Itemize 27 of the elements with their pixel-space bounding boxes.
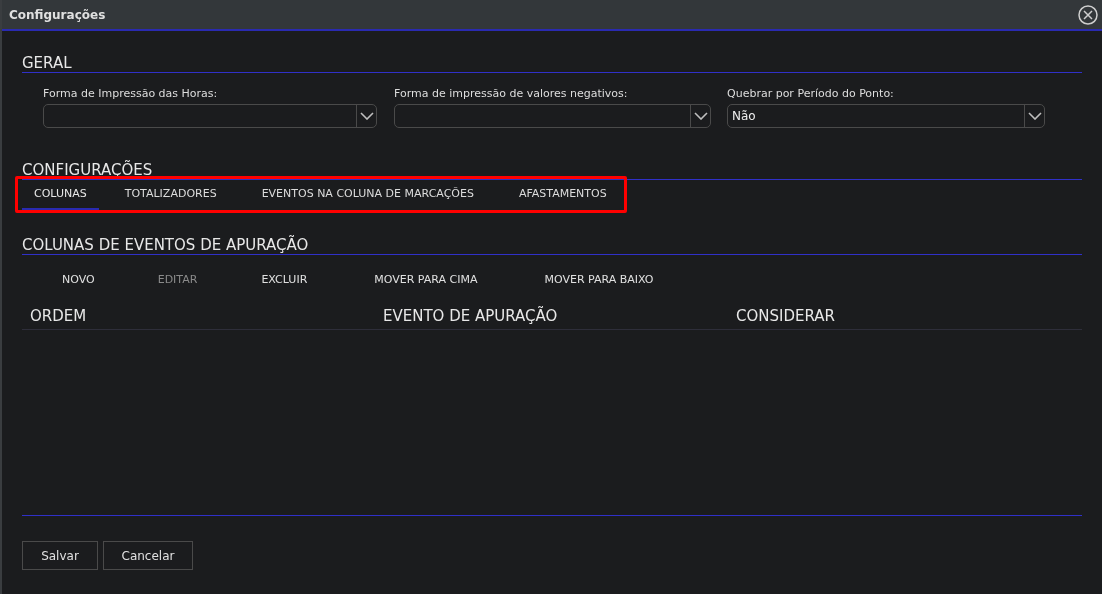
dialog-button[interactable]: Salvar xyxy=(22,541,98,570)
section-heading: COLUNAS DE EVENTOS DE APURAÇÃO xyxy=(22,236,309,254)
section-heading: CONFIGURAÇÕES xyxy=(22,161,153,179)
toolbar-button[interactable]: EXCLUIR xyxy=(261,271,308,289)
dialog-button[interactable]: Cancelar xyxy=(103,541,193,570)
toolbar-button[interactable]: NOVO xyxy=(62,271,95,289)
toolbar-button[interactable]: MOVER PARA CIMA xyxy=(374,271,478,289)
column-header[interactable]: CONSIDERAR xyxy=(736,307,835,325)
chevron-down-icon xyxy=(693,112,708,120)
close-icon[interactable] xyxy=(1078,4,1098,25)
field-label: Forma de impressão de valores negativos: xyxy=(394,87,629,101)
dropdown-field[interactable] xyxy=(43,104,377,128)
tab[interactable]: TOTALIZADORES xyxy=(112,180,229,210)
dropdown-field[interactable] xyxy=(394,104,711,128)
tab[interactable]: AFASTAMENTOS xyxy=(506,180,619,210)
field-label: Quebrar por Período do Ponto: xyxy=(727,87,895,101)
section-heading: GERAL xyxy=(22,54,72,72)
field-label: Forma de Impressão das Horas: xyxy=(43,87,219,101)
window-title: Configurações xyxy=(9,6,106,24)
chevron-down-icon xyxy=(359,112,374,120)
tab[interactable]: EVENTOS NA COLUNA DE MARCAÇÕES xyxy=(249,180,486,210)
toolbar-button[interactable]: MOVER PARA BAIXO xyxy=(544,271,654,289)
chevron-down-icon xyxy=(1027,112,1042,120)
column-header[interactable]: EVENTO DE APURAÇÃO xyxy=(383,307,558,325)
column-header[interactable]: ORDEM xyxy=(30,307,87,325)
tab[interactable]: COLUNAS xyxy=(22,180,99,210)
dropdown-field[interactable]: Não xyxy=(727,104,1045,128)
